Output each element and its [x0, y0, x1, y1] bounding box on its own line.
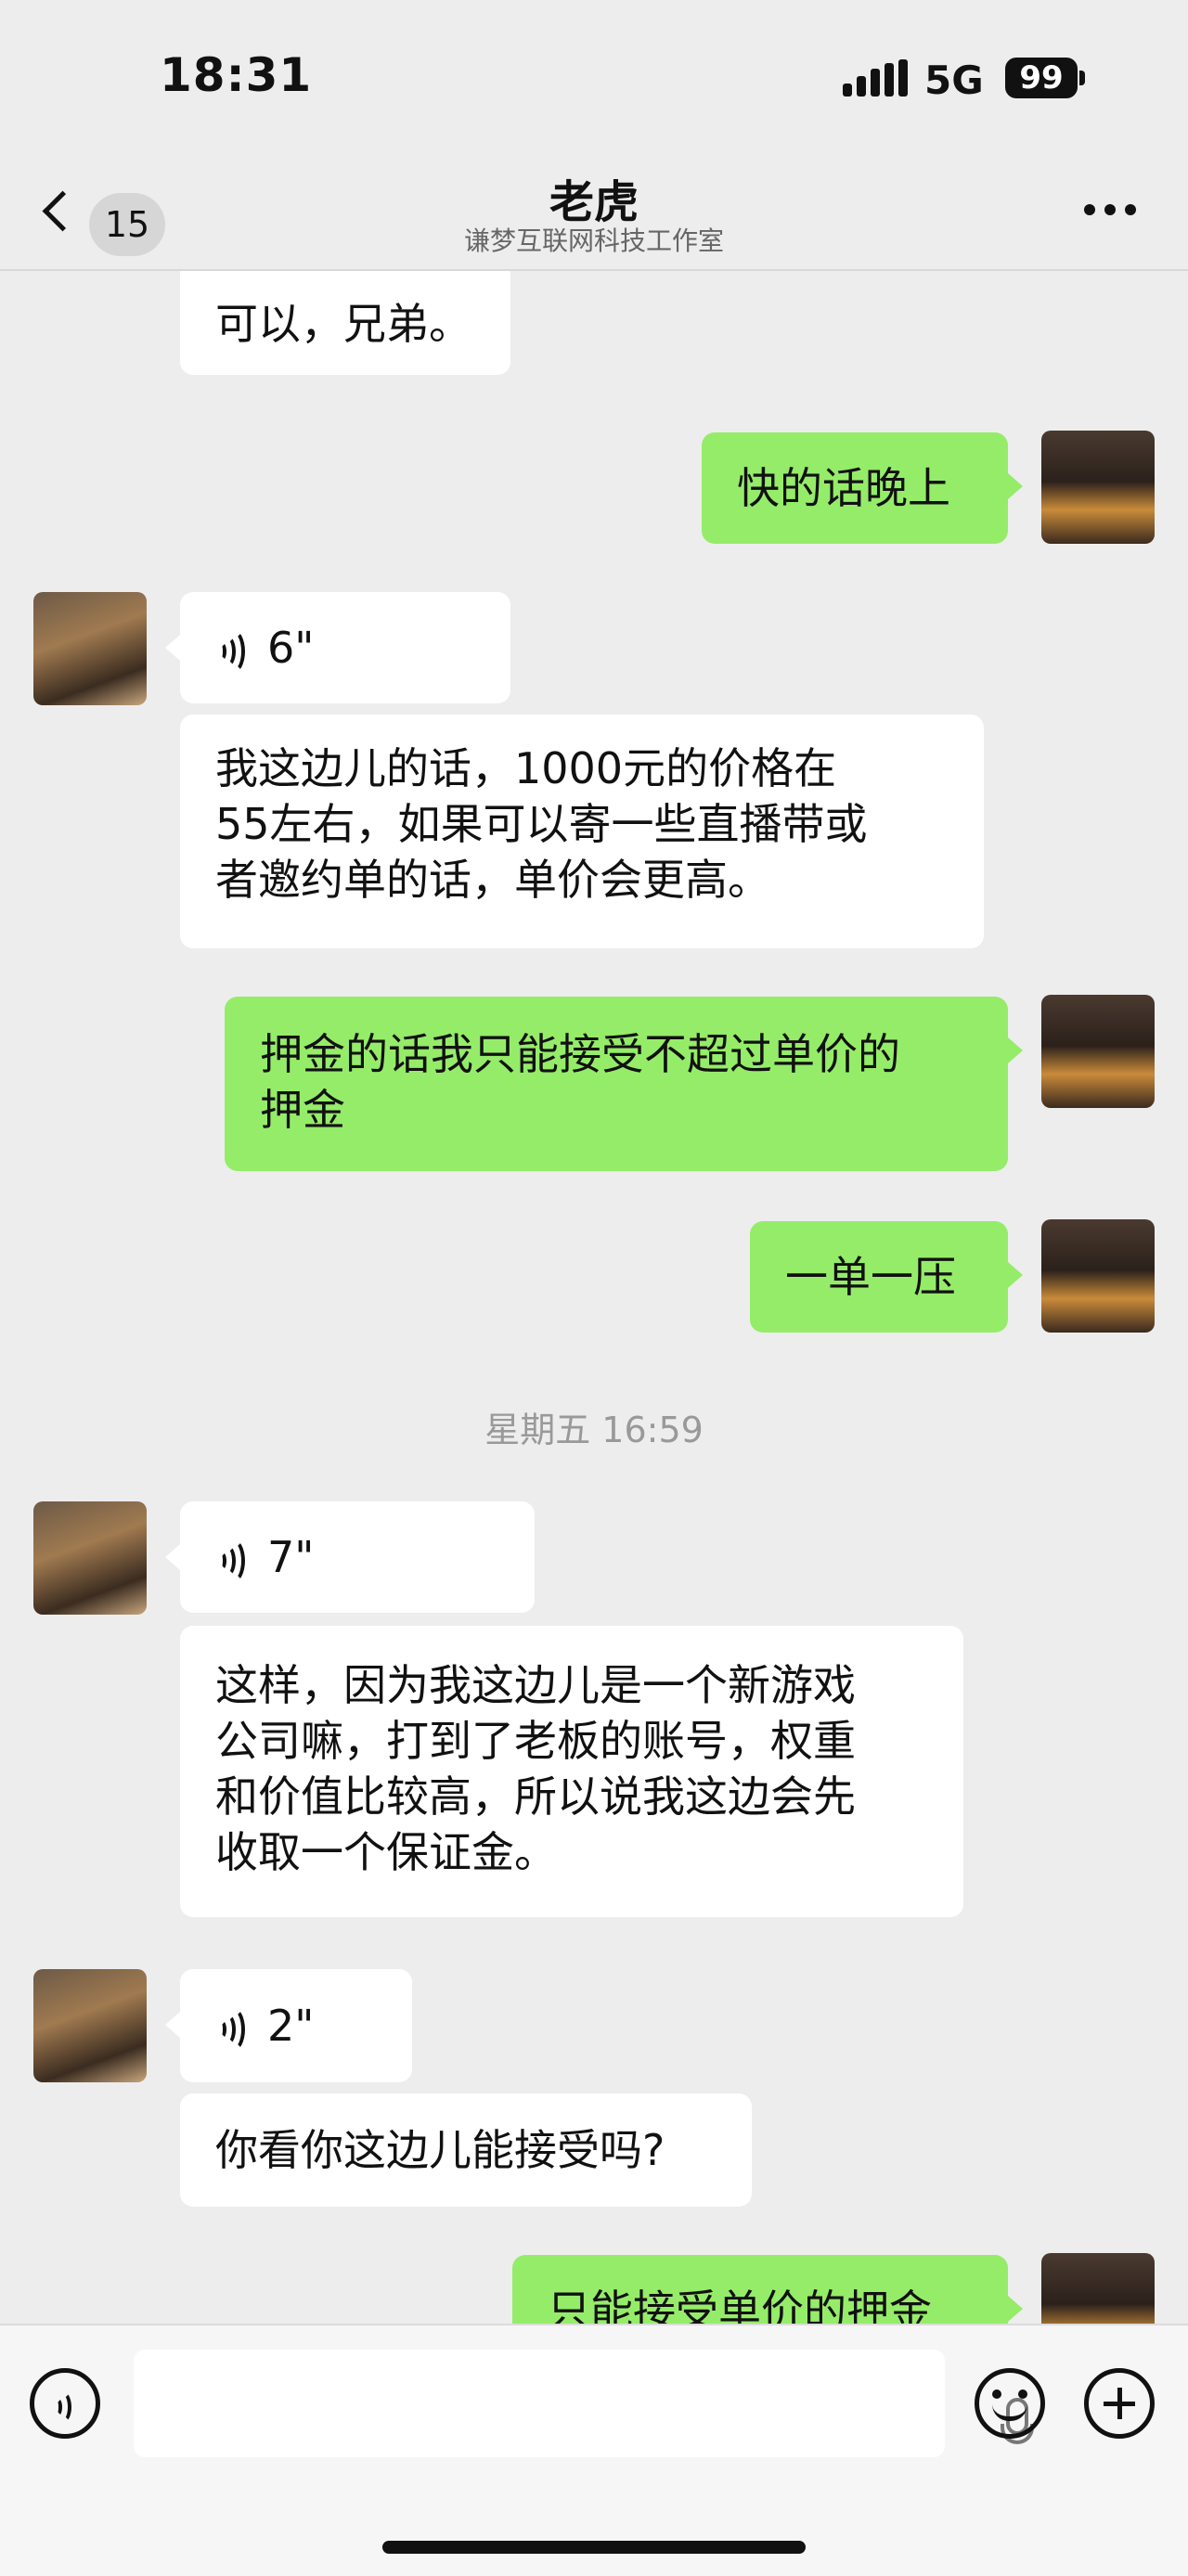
voice-input-button[interactable] [30, 2368, 100, 2439]
message-bubble-outgoing[interactable]: 只能接受单价的押金 [512, 2255, 1008, 2324]
status-bar: 18:31 5G 99 [0, 0, 1188, 158]
bubble-tail [1008, 2296, 1023, 2322]
voice-duration: 7" [267, 1532, 315, 1582]
voice-wave-icon [51, 2385, 79, 2423]
message-bubble-incoming[interactable]: 我这边儿的话，1000元的价格在 55左右，如果可以寄一些直播带或 者邀约单的话… [180, 715, 984, 948]
voice-wave-icon [215, 629, 247, 674]
status-time: 18:31 [160, 48, 313, 102]
emoji-button[interactable] [975, 2368, 1045, 2439]
home-indicator [382, 2541, 806, 2554]
message-bubble-outgoing[interactable]: 押金的话我只能接受不超过单价的 押金 [225, 997, 1008, 1171]
bubble-tail [165, 1544, 180, 1570]
my-avatar[interactable] [1041, 1219, 1155, 1333]
message-list[interactable]: 可以，兄弟。 快的话晚上 6" 我这边儿的话，1000元的价格在 55左右，如果… [0, 271, 1188, 2324]
voice-duration: 6" [267, 623, 315, 673]
my-avatar[interactable] [1041, 995, 1155, 1108]
unread-count-badge: 15 [89, 193, 165, 256]
network-type: 5G [924, 58, 984, 103]
battery-tip [1079, 71, 1085, 85]
voice-message-bubble[interactable]: 6" [180, 592, 510, 703]
contact-avatar[interactable] [33, 1501, 147, 1615]
contact-avatar[interactable] [33, 592, 147, 705]
message-input[interactable] [134, 2350, 1034, 2457]
voice-message-bubble[interactable]: 7" [180, 1501, 535, 1613]
message-bubble-outgoing[interactable]: 一单一压 [750, 1221, 1008, 1333]
more-dots-icon [1084, 204, 1095, 215]
bubble-tail [1008, 1037, 1023, 1063]
voice-wave-icon [215, 1539, 247, 1583]
voice-duration: 2" [267, 2001, 315, 2051]
bubble-tail [1008, 1262, 1023, 1288]
chat-header: 老虎 谦梦互联网科技工作室 15 [0, 158, 1188, 271]
message-bubble-incoming[interactable]: 你看你这边儿能接受吗? [180, 2093, 752, 2207]
bubble-tail [165, 635, 180, 661]
my-avatar[interactable] [1041, 2253, 1155, 2324]
add-button[interactable] [1084, 2368, 1155, 2439]
input-bar [0, 2324, 1188, 2576]
chat-subtitle: 谦梦互联网科技工作室 [463, 225, 724, 256]
back-button[interactable]: 15 [37, 176, 176, 256]
emoji-icon [992, 2389, 1001, 2399]
voice-message-bubble[interactable]: 2" [180, 1969, 412, 2082]
chevron-left-icon [42, 190, 84, 232]
message-timestamp: 星期五 16:59 [484, 1410, 704, 1450]
my-avatar[interactable] [1041, 431, 1155, 544]
bubble-tail [165, 2012, 180, 2038]
message-bubble-incoming[interactable]: 这样，因为我这边儿是一个新游戏 公司嘛，打到了老板的账号，权重 和价值比较高，所… [180, 1626, 963, 1917]
voice-wave-icon [215, 2007, 247, 2052]
contact-avatar[interactable] [33, 1969, 147, 2082]
message-bubble-outgoing[interactable]: 快的话晚上 [702, 432, 1008, 544]
bubble-tail [1008, 473, 1023, 499]
more-button[interactable] [1084, 204, 1136, 219]
battery-icon: 99 [1005, 58, 1078, 98]
message-bubble-incoming[interactable]: 可以，兄弟。 [180, 271, 510, 375]
cellular-signal-icon [843, 59, 908, 97]
